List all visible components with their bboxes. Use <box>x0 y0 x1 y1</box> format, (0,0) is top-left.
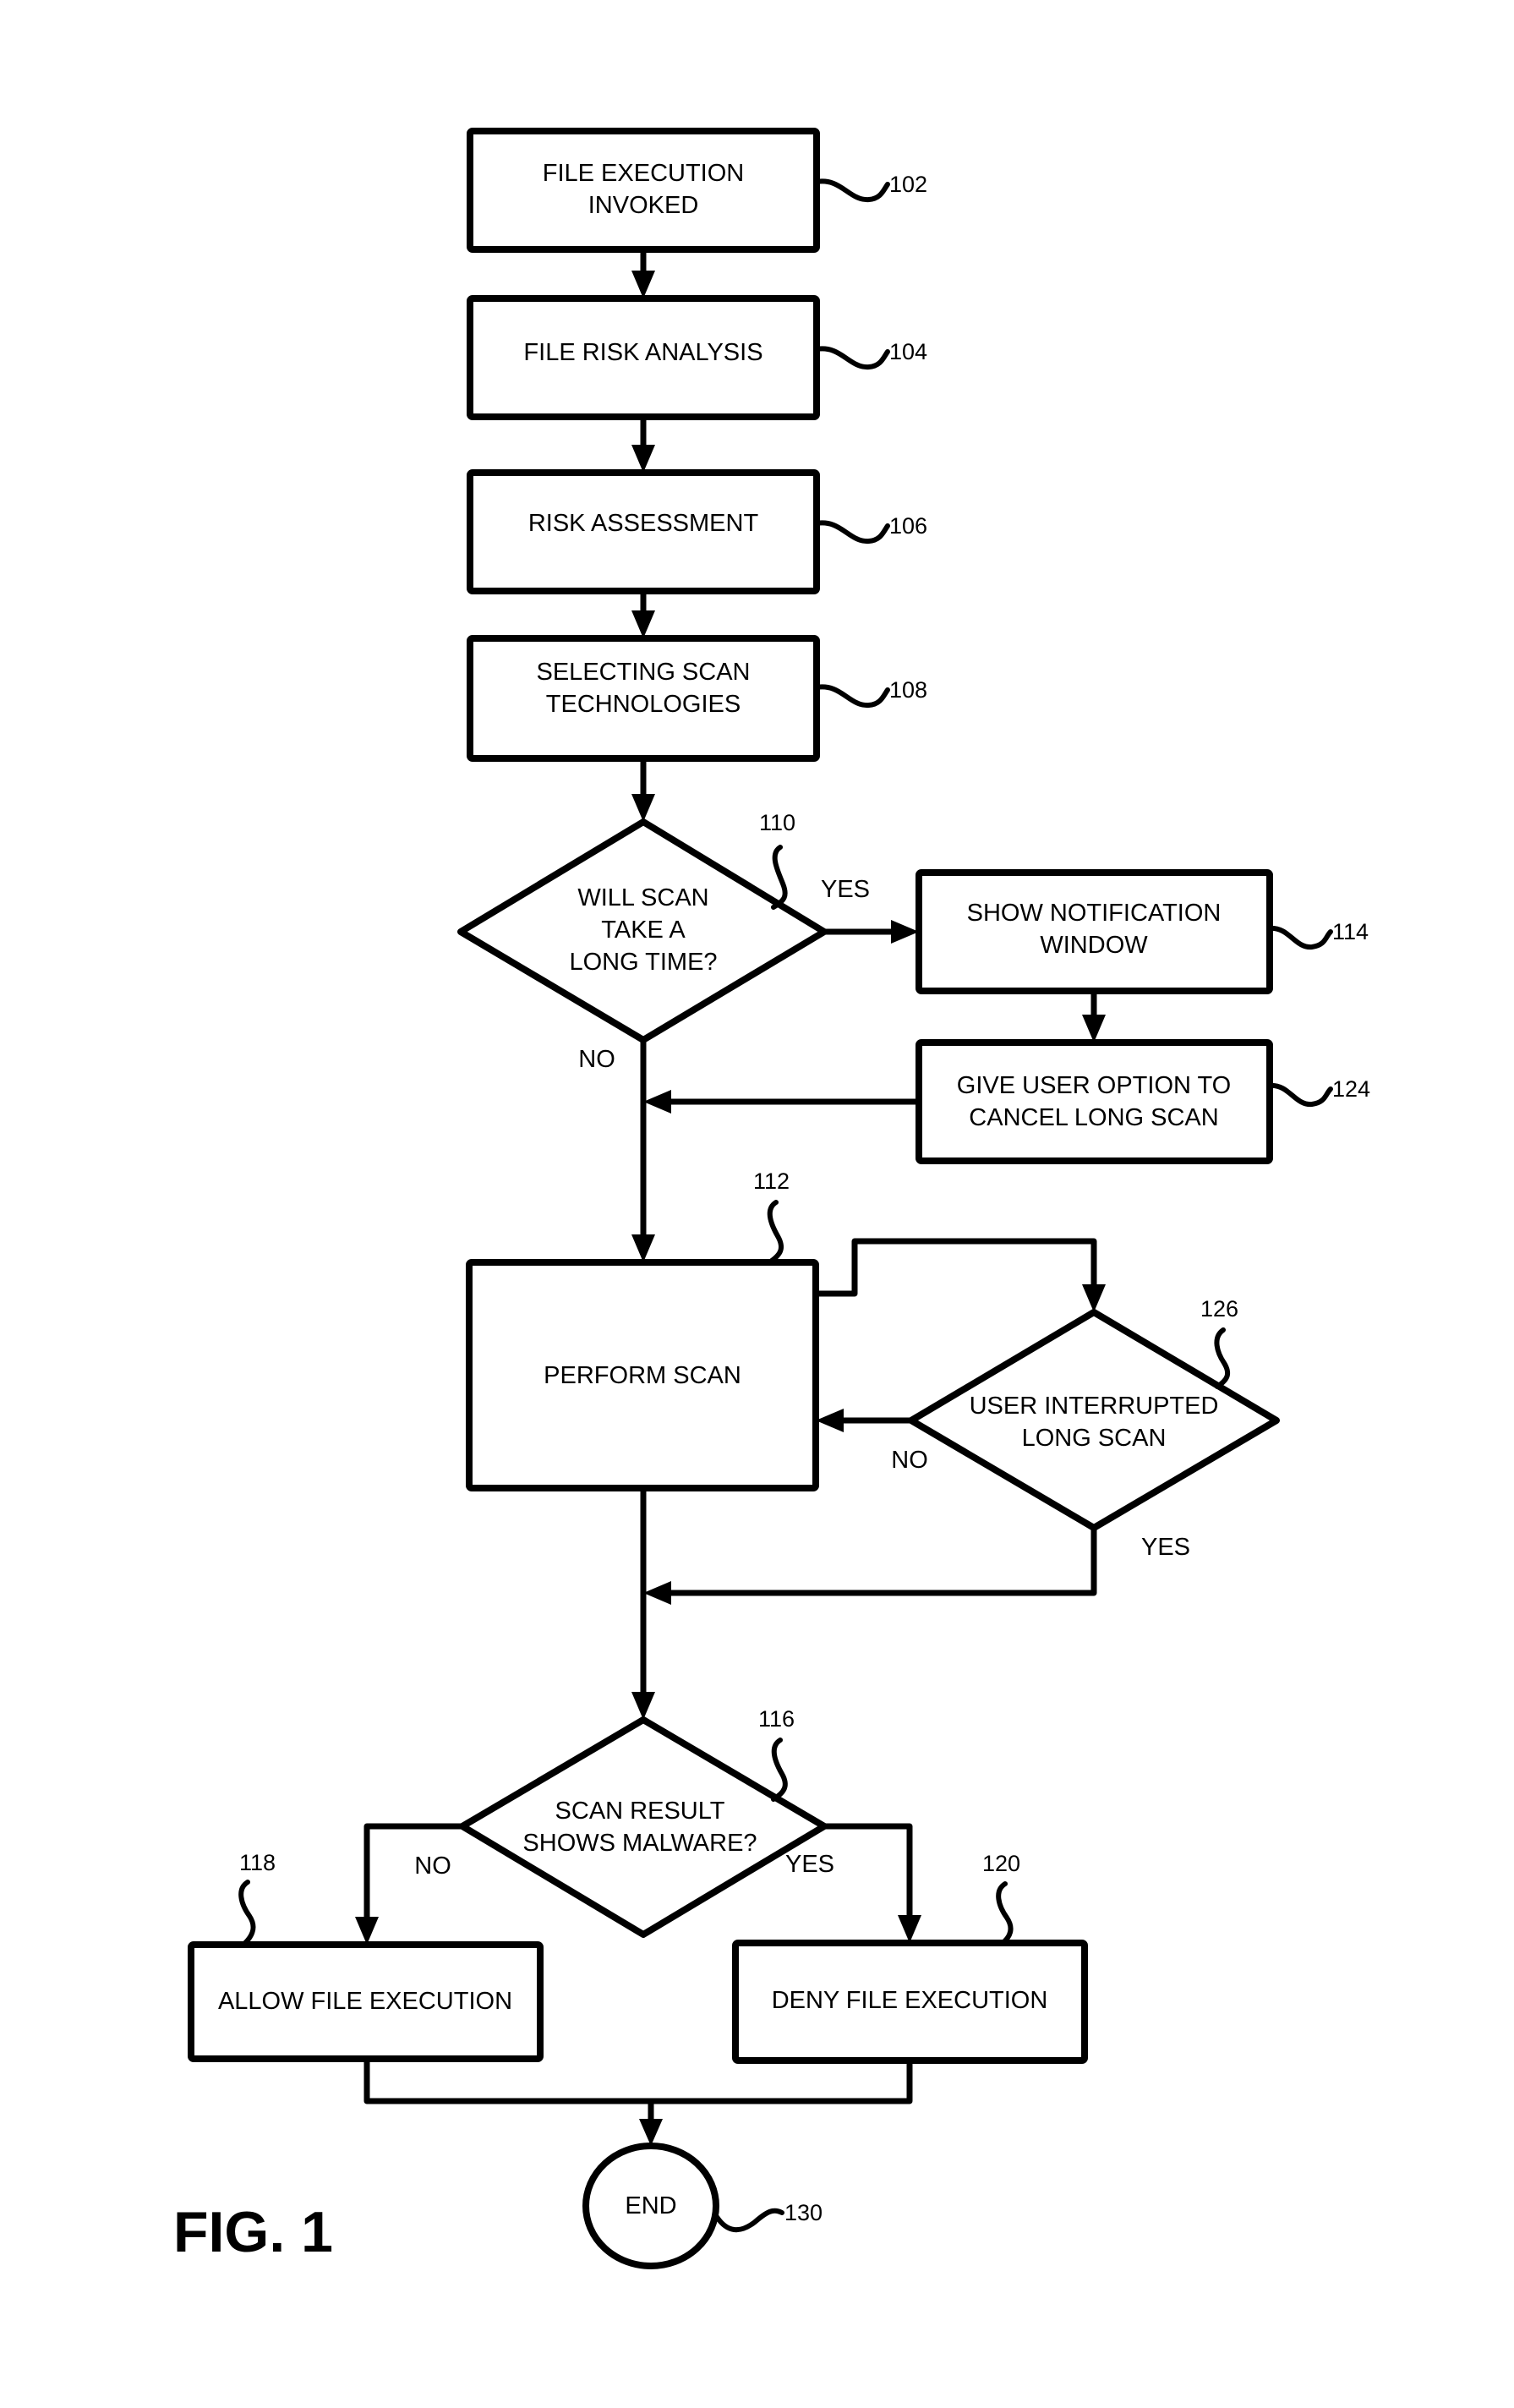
ref-112: 112 <box>753 1168 790 1194</box>
node-102: FILE EXECUTION INVOKED <box>467 128 820 253</box>
node-label-line: SHOWS MALWARE? <box>522 1830 757 1857</box>
node-110: WILL SCAN TAKE A LONG TIME? <box>457 818 828 1043</box>
arrowhead-116-120 <box>898 1915 921 1943</box>
ref-118: 118 <box>239 1850 276 1875</box>
node-label-line: FILE RISK ANALYSIS <box>523 339 762 366</box>
node-label-line: INVOKED <box>588 192 699 219</box>
node-label-line: RISK ASSESSMENT <box>528 510 759 537</box>
node-label-line: LONG TIME? <box>569 949 717 976</box>
arrowhead-126-main <box>643 1581 671 1605</box>
branch-label-110-no: NO <box>578 1046 615 1073</box>
arrowhead-106-108 <box>631 610 655 638</box>
node-label-line: TAKE A <box>601 917 686 944</box>
process-box <box>467 128 820 253</box>
leader-126 <box>1214 1327 1231 1389</box>
node-label-line: ALLOW FILE EXECUTION <box>218 1988 512 2015</box>
node-label-line: END <box>625 2192 676 2219</box>
flowchart: FILE EXECUTION INVOKED FILE RISK ANALYSI… <box>173 128 1370 2269</box>
node-124: GIVE USER OPTION TO CANCEL LONG SCAN <box>916 1039 1273 1164</box>
ref-106: 106 <box>889 513 927 539</box>
edge-116-120 <box>824 1823 913 1926</box>
node-118: ALLOW FILE EXECUTION <box>188 1941 544 2062</box>
ref-120: 120 <box>982 1851 1020 1876</box>
node-label-line: SELECTING SCAN <box>537 659 751 686</box>
arrowhead-112-116 <box>631 1692 655 1720</box>
node-label-line: USER INTERRUPTED <box>970 1393 1219 1420</box>
node-126: USER INTERRUPTED LONG SCAN <box>908 1309 1280 1531</box>
arrowhead-124-main <box>643 1090 671 1114</box>
arrowhead-104-106 <box>631 445 655 473</box>
figure-label: FIG. 1 <box>173 2200 333 2264</box>
branch-label-116-yes: YES <box>785 1851 834 1878</box>
branch-label-116-no: NO <box>414 1853 451 1880</box>
decision-diamond <box>459 1716 828 1938</box>
ref-126: 126 <box>1200 1296 1238 1322</box>
branch-label-110-yes: YES <box>821 876 870 903</box>
leader-116 <box>771 1738 788 1802</box>
leader-102 <box>814 178 890 203</box>
leader-114 <box>1267 925 1333 950</box>
arrowhead-102-104 <box>631 271 655 298</box>
decision-diamond <box>908 1309 1280 1531</box>
leader-104 <box>814 346 890 370</box>
node-label-line: WINDOW <box>1040 932 1148 959</box>
node-label-line: DENY FILE EXECUTION <box>772 1987 1048 2014</box>
node-106: RISK ASSESSMENT <box>467 469 820 594</box>
node-label-line: TECHNOLOGIES <box>546 691 741 718</box>
node-120: DENY FILE EXECUTION <box>732 1940 1088 2064</box>
arrowhead-116-118 <box>355 1917 379 1945</box>
node-130: END <box>582 2143 719 2269</box>
leader-130 <box>714 2208 784 2232</box>
node-label-line: CANCEL LONG SCAN <box>969 1104 1218 1131</box>
arrowhead-108-110 <box>631 794 655 822</box>
node-label-line: LONG SCAN <box>1022 1425 1167 1452</box>
ref-108: 108 <box>889 677 927 703</box>
ref-114: 114 <box>1332 919 1369 944</box>
node-label-line: GIVE USER OPTION TO <box>957 1072 1231 1099</box>
leader-118 <box>238 1880 256 1946</box>
node-116: SCAN RESULT SHOWS MALWARE? <box>459 1716 828 1938</box>
node-112: PERFORM SCAN <box>466 1259 819 1491</box>
ref-124: 124 <box>1332 1076 1370 1102</box>
leader-108 <box>814 684 890 709</box>
node-108: SELECTING SCAN TECHNOLOGIES <box>467 635 820 762</box>
edge-112-126 <box>816 1238 1097 1297</box>
branch-label-126-yes: YES <box>1141 1534 1190 1561</box>
node-104: FILE RISK ANALYSIS <box>467 295 820 420</box>
leader-112 <box>767 1200 784 1265</box>
leader-120 <box>996 1881 1014 1946</box>
node-114: SHOW NOTIFICATION WINDOW <box>916 869 1273 994</box>
leader-106 <box>814 520 890 545</box>
ref-104: 104 <box>889 339 927 364</box>
arrowhead-126-112 <box>816 1409 844 1432</box>
node-label-line: FILE EXECUTION <box>543 160 745 187</box>
process-box <box>916 1039 1273 1164</box>
node-label-line: PERFORM SCAN <box>544 1362 741 1389</box>
node-label-line: WILL SCAN <box>577 884 708 911</box>
ref-102: 102 <box>889 172 927 197</box>
node-label-line: SCAN RESULT <box>555 1798 725 1825</box>
ref-130: 130 <box>784 2200 823 2225</box>
arrowhead-110-112 <box>631 1234 655 1262</box>
arrowhead-114-124 <box>1082 1015 1106 1043</box>
arrowhead-merge-130 <box>639 2119 663 2146</box>
ref-116: 116 <box>758 1706 795 1732</box>
ref-110: 110 <box>759 810 795 835</box>
branch-label-126-no: NO <box>891 1447 928 1474</box>
node-label-line: SHOW NOTIFICATION <box>967 900 1222 927</box>
leader-124 <box>1267 1082 1333 1108</box>
edge-118-120-merge <box>363 2059 913 2104</box>
arrowhead-112-126 <box>1082 1284 1106 1312</box>
edge-126-main <box>660 1528 1097 1596</box>
arrowhead-110-114 <box>891 920 919 944</box>
